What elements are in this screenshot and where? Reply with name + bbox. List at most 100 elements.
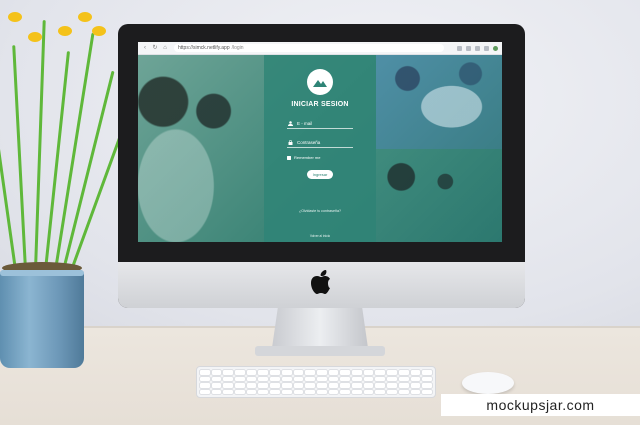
user-icon (287, 120, 293, 126)
mountain-icon (313, 80, 327, 87)
keyboard-key (352, 389, 362, 394)
keyboard-key (246, 376, 257, 381)
keyboard-key (410, 370, 421, 375)
hero-photo-right-bottom (376, 149, 502, 242)
keyboard-key (235, 389, 245, 394)
bookmark-icon[interactable] (466, 45, 471, 51)
keyboard-key (328, 376, 339, 381)
keyboard-key (305, 383, 315, 388)
email-placeholder: E - mail (297, 120, 313, 126)
reload-icon[interactable]: ↻ (152, 45, 158, 51)
keyboard-key (200, 376, 210, 381)
keyboard-key (270, 389, 280, 394)
browser-toolbar: ‹ ↻ ⌂ https://simck.netlify.app/login (138, 42, 502, 55)
keyboard-key (258, 370, 269, 375)
keyboard-key (293, 389, 304, 394)
keyboard-key (387, 376, 397, 381)
keyboard-key (223, 389, 234, 394)
keyboard-key (270, 383, 280, 388)
keyboard-key (246, 383, 257, 388)
keyboard-key (281, 389, 292, 394)
keyboard-key (375, 376, 386, 381)
keyboard-key (352, 370, 362, 375)
keyboard-key (316, 370, 327, 375)
keyboard-key (340, 376, 351, 381)
keyboard-key (258, 376, 269, 381)
watermark: mockupsjar.com (441, 394, 640, 416)
hero-photo-left (138, 55, 264, 242)
keyboard-key (305, 389, 315, 394)
submit-button[interactable]: Ingresar (306, 170, 334, 179)
keyboard-key (235, 376, 245, 381)
keyboard-key (246, 389, 257, 394)
login-page: INICIAR SESION E - mail Contraseña Remem… (138, 55, 502, 242)
keyboard-key (422, 376, 432, 381)
keyboard-key (281, 376, 292, 381)
monitor-stand-base (255, 346, 385, 356)
keyboard-key (422, 370, 432, 375)
keyboard-key (398, 370, 409, 375)
keyboard-key (211, 370, 222, 375)
remember-me: Remember me (287, 155, 353, 160)
keyboard-key (258, 383, 269, 388)
hero-photo-right-top (376, 55, 502, 149)
keyboard-key (387, 383, 397, 388)
keyboard-key (270, 370, 280, 375)
keyboard-key (387, 370, 397, 375)
keyboard-key (316, 376, 327, 381)
lock-icon (287, 139, 293, 145)
login-panel: INICIAR SESION E - mail Contraseña Remem… (264, 55, 376, 242)
keyboard-key (305, 370, 315, 375)
keyboard-key (246, 370, 257, 375)
forgot-password-link[interactable]: ¿Olvidaste tu contraseña? (299, 209, 341, 213)
keyboard-key (235, 370, 245, 375)
keyboard-key (223, 370, 234, 375)
keyboard-key (293, 383, 304, 388)
address-bar[interactable]: https://simck.netlify.app/login (174, 44, 444, 52)
url-path: /login (231, 45, 244, 51)
keyboard-key (375, 389, 386, 394)
keyboard-key (223, 383, 234, 388)
keyboard-key (422, 383, 432, 388)
keyboard-key (363, 389, 374, 394)
keyboard-key (305, 376, 315, 381)
back-icon[interactable]: ‹ (142, 45, 148, 51)
home-icon[interactable]: ⌂ (162, 45, 168, 51)
keyboard-key (200, 383, 210, 388)
keyboard-key (281, 383, 292, 388)
keyboard-key (375, 370, 386, 375)
keyboard-key (328, 370, 339, 375)
keyboard-key (293, 370, 304, 375)
back-home-link[interactable]: Volver al inicio (310, 234, 330, 238)
screen: ‹ ↻ ⌂ https://simck.netlify.app/login IN… (138, 42, 502, 242)
extension-icon[interactable] (457, 45, 462, 51)
keyboard-key (410, 389, 421, 394)
apple-logo-icon (311, 270, 330, 294)
keyboard-key (328, 389, 339, 394)
keyboard-key (387, 389, 397, 394)
remember-checkbox[interactable] (287, 155, 291, 160)
keyboard-key (223, 376, 234, 381)
remember-label: Remember me (294, 155, 321, 160)
password-field[interactable]: Contraseña (287, 137, 353, 148)
keyboard-key (422, 389, 432, 394)
keyboard-key (270, 376, 280, 381)
extension-icon[interactable] (484, 45, 489, 51)
keyboard-key (258, 389, 269, 394)
keyboard-key (398, 376, 409, 381)
keyboard (196, 366, 436, 398)
extension-icon[interactable] (475, 45, 480, 51)
profile-avatar[interactable] (493, 45, 498, 51)
keyboard-key (316, 389, 327, 394)
email-field[interactable]: E - mail (287, 118, 353, 129)
keyboard-key (375, 383, 386, 388)
keyboard-key (352, 376, 362, 381)
keyboard-key (410, 383, 421, 388)
login-title: INICIAR SESION (291, 101, 349, 108)
keyboard-key (340, 370, 351, 375)
keyboard-key (410, 376, 421, 381)
keyboard-key (235, 383, 245, 388)
keyboard-key (200, 370, 210, 375)
keyboard-key (363, 383, 374, 388)
keyboard-key (211, 376, 222, 381)
